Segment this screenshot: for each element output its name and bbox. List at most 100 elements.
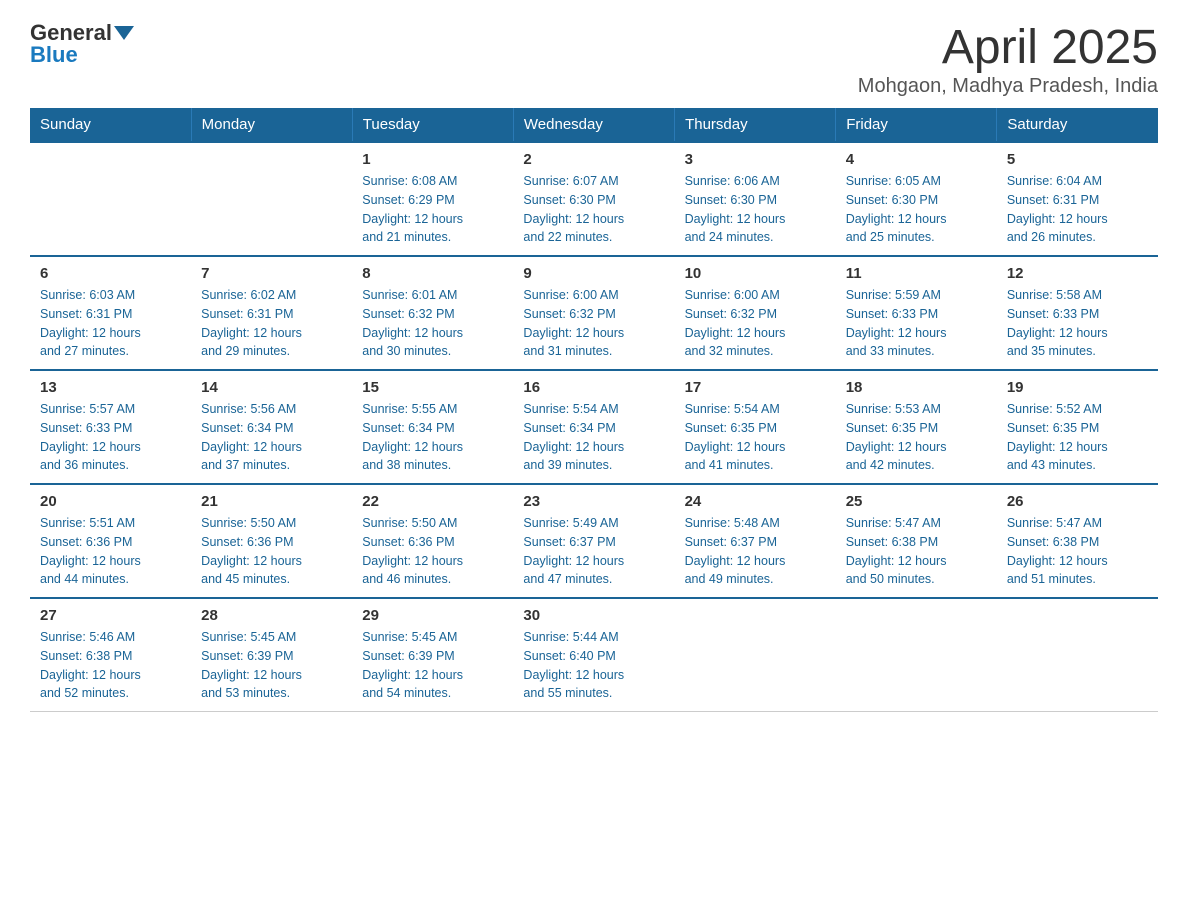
day-number: 18 <box>846 379 987 396</box>
calendar-cell: 1 Sunrise: 6:08 AM Sunset: 6:29 PM Daylig… <box>352 142 513 256</box>
calendar-cell: 18 Sunrise: 5:53 AM Sunset: 6:35 PM Dayli… <box>836 370 997 484</box>
day-info: Sunrise: 5:45 AM Sunset: 6:39 PM Dayligh… <box>362 628 503 703</box>
day-number: 26 <box>1007 493 1148 510</box>
day-number: 10 <box>685 265 826 282</box>
calendar-cell: 30 Sunrise: 5:44 AM Sunset: 6:40 PM Dayli… <box>513 598 674 712</box>
day-number: 1 <box>362 151 503 168</box>
calendar-cell: 14Sunrise: 5:56 AM Sunset: 6:34 PM Dayli… <box>191 370 352 484</box>
day-info: Sunrise: 5:48 AM Sunset: 6:37 PM Dayligh… <box>685 514 826 589</box>
header: General Blue April 2025 Mohgaon, Madhya … <box>30 20 1158 98</box>
day-number: 22 <box>362 493 503 510</box>
calendar-cell <box>191 142 352 256</box>
header-friday: Friday <box>836 108 997 142</box>
calendar-cell: 20 Sunrise: 5:51 AM Sunset: 6:36 PM Dayli… <box>30 484 191 598</box>
calendar-cell: 26 Sunrise: 5:47 AM Sunset: 6:38 PM Dayli… <box>997 484 1158 598</box>
calendar-cell <box>675 598 836 712</box>
calendar-week-row: 1 Sunrise: 6:08 AM Sunset: 6:29 PM Daylig… <box>30 142 1158 256</box>
calendar-cell <box>997 598 1158 712</box>
header-monday: Monday <box>191 108 352 142</box>
header-tuesday: Tuesday <box>352 108 513 142</box>
calendar-cell: 24Sunrise: 5:48 AM Sunset: 6:37 PM Dayli… <box>675 484 836 598</box>
header-wednesday: Wednesday <box>513 108 674 142</box>
calendar-cell: 2Sunrise: 6:07 AM Sunset: 6:30 PM Daylig… <box>513 142 674 256</box>
calendar-cell: 21Sunrise: 5:50 AM Sunset: 6:36 PM Dayli… <box>191 484 352 598</box>
day-info: Sunrise: 6:04 AM Sunset: 6:31 PM Dayligh… <box>1007 172 1148 247</box>
day-info: Sunrise: 5:47 AM Sunset: 6:38 PM Dayligh… <box>1007 514 1148 589</box>
day-info: Sunrise: 5:50 AM Sunset: 6:36 PM Dayligh… <box>362 514 503 589</box>
day-number: 9 <box>523 265 664 282</box>
day-number: 13 <box>40 379 181 396</box>
day-number: 8 <box>362 265 503 282</box>
calendar-table: SundayMondayTuesdayWednesdayThursdayFrid… <box>30 108 1158 712</box>
day-info: Sunrise: 5:45 AM Sunset: 6:39 PM Dayligh… <box>201 628 342 703</box>
day-info: Sunrise: 5:53 AM Sunset: 6:35 PM Dayligh… <box>846 400 987 475</box>
calendar-cell: 28 Sunrise: 5:45 AM Sunset: 6:39 PM Dayli… <box>191 598 352 712</box>
day-number: 28 <box>201 607 342 624</box>
day-info: Sunrise: 5:46 AM Sunset: 6:38 PM Dayligh… <box>40 628 181 703</box>
calendar-cell: 5 Sunrise: 6:04 AM Sunset: 6:31 PM Daylig… <box>997 142 1158 256</box>
day-info: Sunrise: 5:44 AM Sunset: 6:40 PM Dayligh… <box>523 628 664 703</box>
day-info: Sunrise: 5:54 AM Sunset: 6:35 PM Dayligh… <box>685 400 826 475</box>
calendar-week-row: 13Sunrise: 5:57 AM Sunset: 6:33 PM Dayli… <box>30 370 1158 484</box>
day-number: 20 <box>40 493 181 510</box>
day-info: Sunrise: 5:59 AM Sunset: 6:33 PM Dayligh… <box>846 286 987 361</box>
day-info: Sunrise: 5:54 AM Sunset: 6:34 PM Dayligh… <box>523 400 664 475</box>
day-info: Sunrise: 5:47 AM Sunset: 6:38 PM Dayligh… <box>846 514 987 589</box>
day-info: Sunrise: 5:51 AM Sunset: 6:36 PM Dayligh… <box>40 514 181 589</box>
calendar-cell: 15 Sunrise: 5:55 AM Sunset: 6:34 PM Dayli… <box>352 370 513 484</box>
calendar-cell: 4 Sunrise: 6:05 AM Sunset: 6:30 PM Daylig… <box>836 142 997 256</box>
calendar-cell: 13Sunrise: 5:57 AM Sunset: 6:33 PM Dayli… <box>30 370 191 484</box>
day-info: Sunrise: 6:03 AM Sunset: 6:31 PM Dayligh… <box>40 286 181 361</box>
day-info: Sunrise: 5:52 AM Sunset: 6:35 PM Dayligh… <box>1007 400 1148 475</box>
calendar-cell: 8 Sunrise: 6:01 AM Sunset: 6:32 PM Daylig… <box>352 256 513 370</box>
day-info: Sunrise: 6:06 AM Sunset: 6:30 PM Dayligh… <box>685 172 826 247</box>
calendar-cell: 17Sunrise: 5:54 AM Sunset: 6:35 PM Dayli… <box>675 370 836 484</box>
calendar-cell: 9 Sunrise: 6:00 AM Sunset: 6:32 PM Daylig… <box>513 256 674 370</box>
calendar-cell: 3 Sunrise: 6:06 AM Sunset: 6:30 PM Daylig… <box>675 142 836 256</box>
day-number: 15 <box>362 379 503 396</box>
day-number: 6 <box>40 265 181 282</box>
logo-blue-text: Blue <box>30 42 78 68</box>
calendar-cell: 25 Sunrise: 5:47 AM Sunset: 6:38 PM Dayli… <box>836 484 997 598</box>
day-number: 12 <box>1007 265 1148 282</box>
logo: General Blue <box>30 20 136 68</box>
header-sunday: Sunday <box>30 108 191 142</box>
day-info: Sunrise: 6:07 AM Sunset: 6:30 PM Dayligh… <box>523 172 664 247</box>
calendar-cell <box>836 598 997 712</box>
calendar-cell: 19Sunrise: 5:52 AM Sunset: 6:35 PM Dayli… <box>997 370 1158 484</box>
calendar-cell: 22 Sunrise: 5:50 AM Sunset: 6:36 PM Dayli… <box>352 484 513 598</box>
day-number: 30 <box>523 607 664 624</box>
calendar-week-row: 6 Sunrise: 6:03 AM Sunset: 6:31 PM Daylig… <box>30 256 1158 370</box>
header-thursday: Thursday <box>675 108 836 142</box>
calendar-cell: 27 Sunrise: 5:46 AM Sunset: 6:38 PM Dayli… <box>30 598 191 712</box>
header-saturday: Saturday <box>997 108 1158 142</box>
day-info: Sunrise: 5:55 AM Sunset: 6:34 PM Dayligh… <box>362 400 503 475</box>
month-title: April 2025 <box>858 20 1158 75</box>
calendar-cell: 29 Sunrise: 5:45 AM Sunset: 6:39 PM Dayli… <box>352 598 513 712</box>
day-info: Sunrise: 6:01 AM Sunset: 6:32 PM Dayligh… <box>362 286 503 361</box>
day-number: 16 <box>523 379 664 396</box>
day-info: Sunrise: 6:05 AM Sunset: 6:30 PM Dayligh… <box>846 172 987 247</box>
day-number: 7 <box>201 265 342 282</box>
calendar-cell: 10 Sunrise: 6:00 AM Sunset: 6:32 PM Dayli… <box>675 256 836 370</box>
day-number: 4 <box>846 151 987 168</box>
day-number: 27 <box>40 607 181 624</box>
day-info: Sunrise: 6:08 AM Sunset: 6:29 PM Dayligh… <box>362 172 503 247</box>
day-number: 29 <box>362 607 503 624</box>
calendar-cell: 23 Sunrise: 5:49 AM Sunset: 6:37 PM Dayli… <box>513 484 674 598</box>
day-number: 25 <box>846 493 987 510</box>
calendar-cell: 12Sunrise: 5:58 AM Sunset: 6:33 PM Dayli… <box>997 256 1158 370</box>
day-number: 3 <box>685 151 826 168</box>
day-number: 23 <box>523 493 664 510</box>
title-area: April 2025 Mohgaon, Madhya Pradesh, Indi… <box>858 20 1158 98</box>
day-info: Sunrise: 5:49 AM Sunset: 6:37 PM Dayligh… <box>523 514 664 589</box>
day-info: Sunrise: 6:02 AM Sunset: 6:31 PM Dayligh… <box>201 286 342 361</box>
logo-arrow-icon <box>114 26 134 40</box>
day-info: Sunrise: 6:00 AM Sunset: 6:32 PM Dayligh… <box>523 286 664 361</box>
calendar-cell: 16 Sunrise: 5:54 AM Sunset: 6:34 PM Dayli… <box>513 370 674 484</box>
day-number: 5 <box>1007 151 1148 168</box>
calendar-header-row: SundayMondayTuesdayWednesdayThursdayFrid… <box>30 108 1158 142</box>
calendar-cell: 6 Sunrise: 6:03 AM Sunset: 6:31 PM Daylig… <box>30 256 191 370</box>
day-info: Sunrise: 6:00 AM Sunset: 6:32 PM Dayligh… <box>685 286 826 361</box>
day-info: Sunrise: 5:56 AM Sunset: 6:34 PM Dayligh… <box>201 400 342 475</box>
